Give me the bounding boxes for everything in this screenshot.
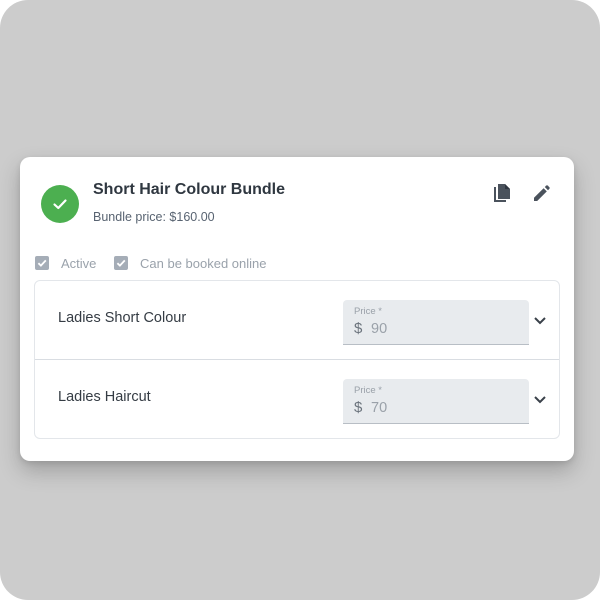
service-item: Ladies Short Colour Price * $ 90 [35,281,559,360]
currency-symbol: $ [354,320,363,337]
online-booking-option: Can be booked online [114,254,267,272]
price-label: Price * [354,385,382,396]
chevron-down-icon[interactable] [532,312,548,328]
price-value: 90 [371,321,388,337]
chevron-down-icon[interactable] [532,391,548,407]
pencil-icon [534,185,550,201]
service-item: Ladies Haircut Price * $ 70 [35,360,559,438]
edit-button[interactable] [528,181,554,207]
online-booking-checkbox[interactable] [114,256,128,270]
service-list: Ladies Short Colour Price * $ 90 Ladies … [34,280,560,439]
check-circle-icon [41,185,79,223]
active-label: Active [61,255,97,271]
service-name: Ladies Haircut [58,389,151,405]
copy-button[interactable] [490,181,516,207]
price-value: 70 [371,400,388,416]
active-checkbox[interactable] [35,256,49,270]
currency-symbol: $ [354,399,363,416]
service-name: Ladies Short Colour [58,310,187,326]
active-option: Active [35,254,96,272]
bundle-card: Short Hair Colour Bundle Bundle price: $… [20,157,574,461]
price-input[interactable]: Price * $ 90 [343,300,529,345]
price-label: Price * [354,306,382,317]
bundle-title: Short Hair Colour Bundle [93,181,285,198]
copy-icon [494,184,510,202]
bundle-price: Bundle price: $160.00 [93,210,215,224]
online-booking-label: Can be booked online [140,255,267,271]
price-input[interactable]: Price * $ 70 [343,379,529,424]
